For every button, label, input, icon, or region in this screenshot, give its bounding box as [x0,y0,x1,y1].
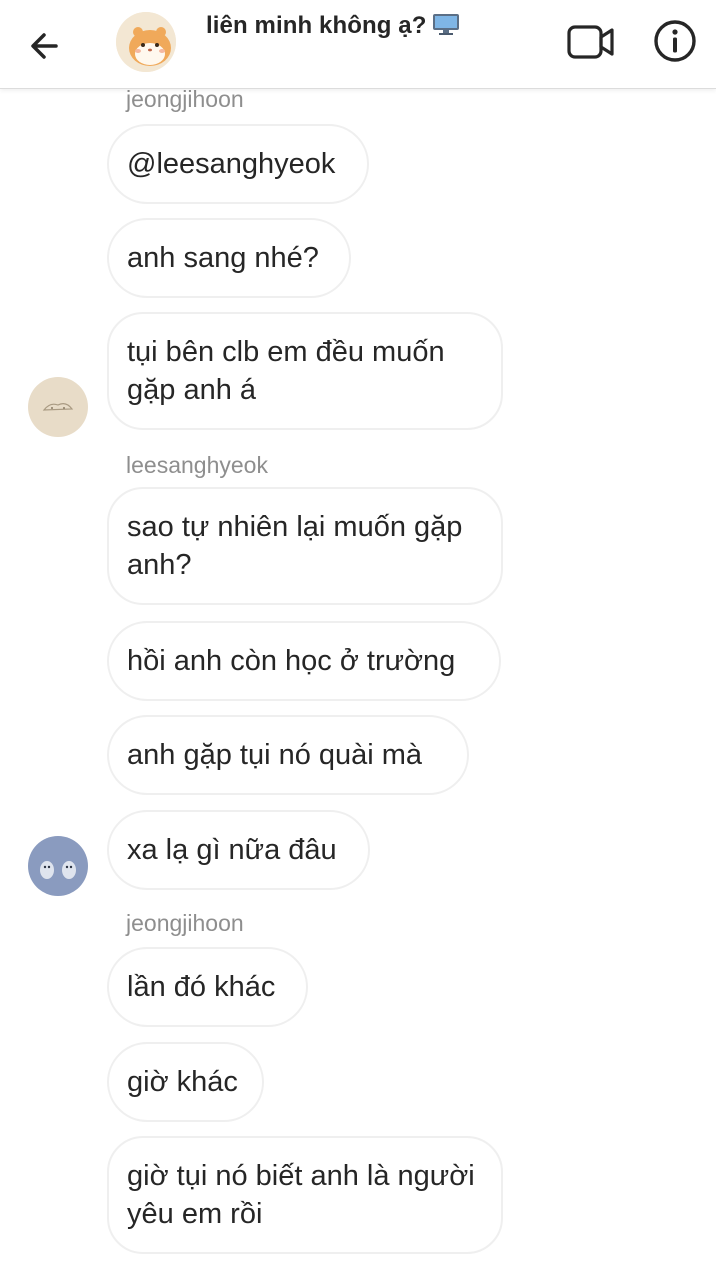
sender-name: jeongjihoon [126,910,244,936]
info-icon[interactable] [652,18,698,64]
message-bubble[interactable]: @leesanghyeok [107,124,369,204]
conversation-title-text: liên minh không ạ? [206,12,427,39]
message-text: giờ khác [127,1066,238,1098]
chat-header: liên minh không ạ? [0,0,716,89]
conversation-title[interactable]: liên minh không ạ? [206,12,460,40]
message-text: xa lạ gì nữa đâu [127,834,337,866]
message-text: hồi anh còn học ở trường [127,645,456,677]
desktop-computer-icon [433,14,460,35]
avatar[interactable] [28,377,88,437]
message-bubble[interactable]: anh sang nhé? [107,218,351,298]
message-text: anh sang nhé? [127,242,319,274]
message-text: @leesanghyeok [127,148,336,180]
message-text: lần đó khác [127,971,276,1003]
message-bubble[interactable]: tụi bên clb em đều muốn gặp anh á [107,312,503,430]
avatar[interactable] [28,836,88,896]
hamster-avatar-image [116,12,176,72]
arrow-left-icon[interactable] [22,22,70,70]
message-bubble[interactable]: lần đó khác [107,947,308,1027]
message-text: tụi bên clb em đều muốn gặp anh á [127,336,445,406]
hamster-avatar[interactable] [116,12,176,72]
message-bubble[interactable]: hồi anh còn học ở trường [107,621,501,701]
message-bubble[interactable]: sao tự nhiên lại muốn gặp anh? [107,487,503,605]
beige-avatar-image [28,377,88,437]
message-bubble[interactable]: giờ khác [107,1042,264,1122]
message-text: anh gặp tụi nó quài mà [127,739,423,771]
sender-name: jeongjihoon [126,86,244,112]
video-camera-icon[interactable] [566,22,616,62]
sender-name: leesanghyeok [126,452,268,478]
message-text: giờ tụi nó biết anh là người yêu em rồi [127,1160,475,1230]
message-bubble[interactable]: anh gặp tụi nó quài mà [107,715,469,795]
penguin-avatar-image [28,836,88,896]
message-text: sao tự nhiên lại muốn gặp anh? [127,511,463,581]
message-bubble[interactable]: xa lạ gì nữa đâu [107,810,370,890]
message-bubble[interactable]: giờ tụi nó biết anh là người yêu em rồi [107,1136,503,1254]
